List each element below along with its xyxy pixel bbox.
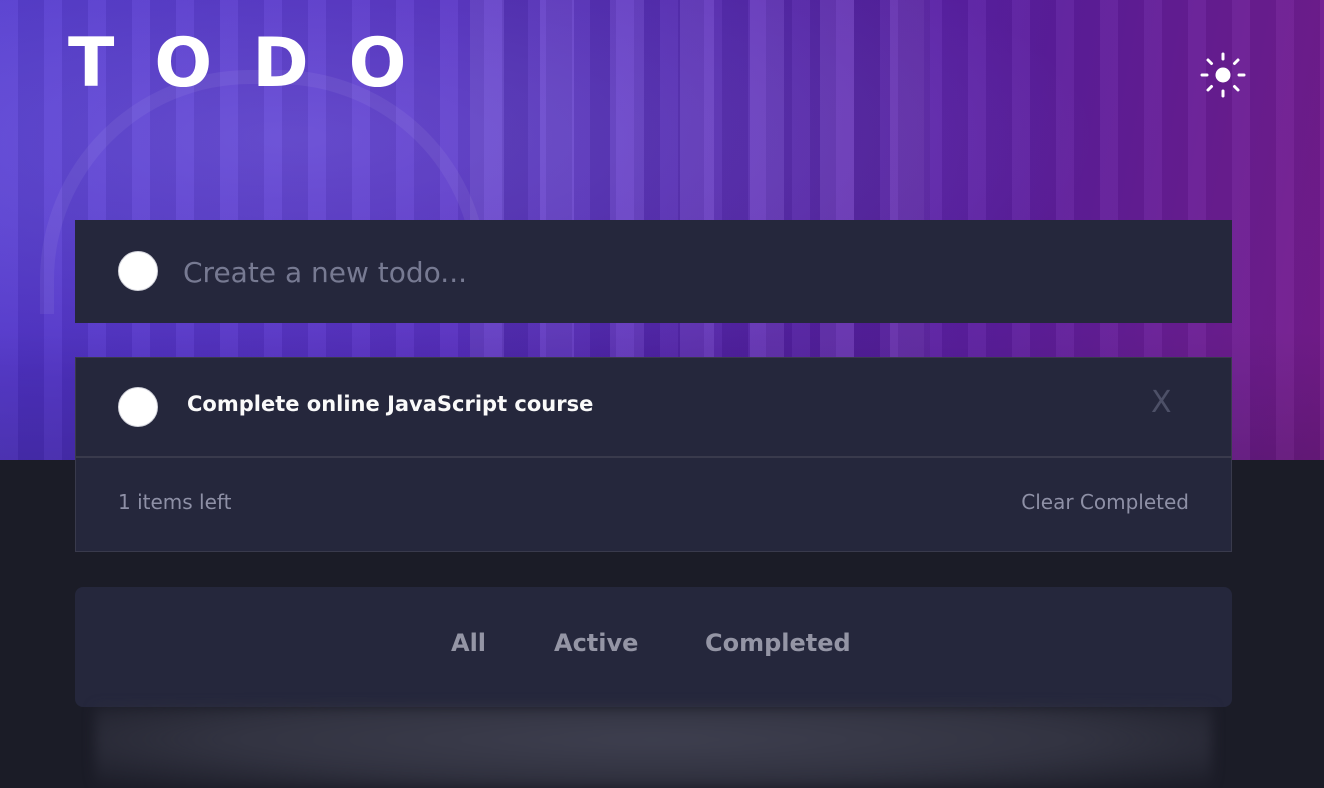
delete-todo-button[interactable]: X (1151, 385, 1172, 420)
new-todo-checkbox[interactable] (118, 251, 158, 291)
card-shadow (95, 707, 1212, 788)
filter-bar: All Active Completed (75, 587, 1232, 707)
todo-text[interactable]: Complete online JavaScript course (187, 392, 593, 416)
filter-completed-tab[interactable]: Completed (705, 629, 851, 657)
list-footer: 1 items left Clear Completed (76, 458, 1231, 551)
filter-all-tab[interactable]: All (451, 629, 486, 657)
filter-active-tab[interactable]: Active (554, 629, 638, 657)
todo-checkbox[interactable] (118, 387, 158, 427)
items-left-count: 1 items left (118, 490, 232, 514)
new-todo-input[interactable] (181, 248, 1085, 296)
theme-toggle-button[interactable] (1198, 50, 1248, 100)
sun-icon (1200, 52, 1246, 98)
new-todo-bar (75, 220, 1232, 323)
app-title: TODO (68, 24, 447, 103)
clear-completed-button[interactable]: Clear Completed (1021, 490, 1189, 514)
todo-list: Complete online JavaScript course X 1 it… (75, 357, 1232, 552)
todo-item: Complete online JavaScript course X (76, 358, 1231, 458)
